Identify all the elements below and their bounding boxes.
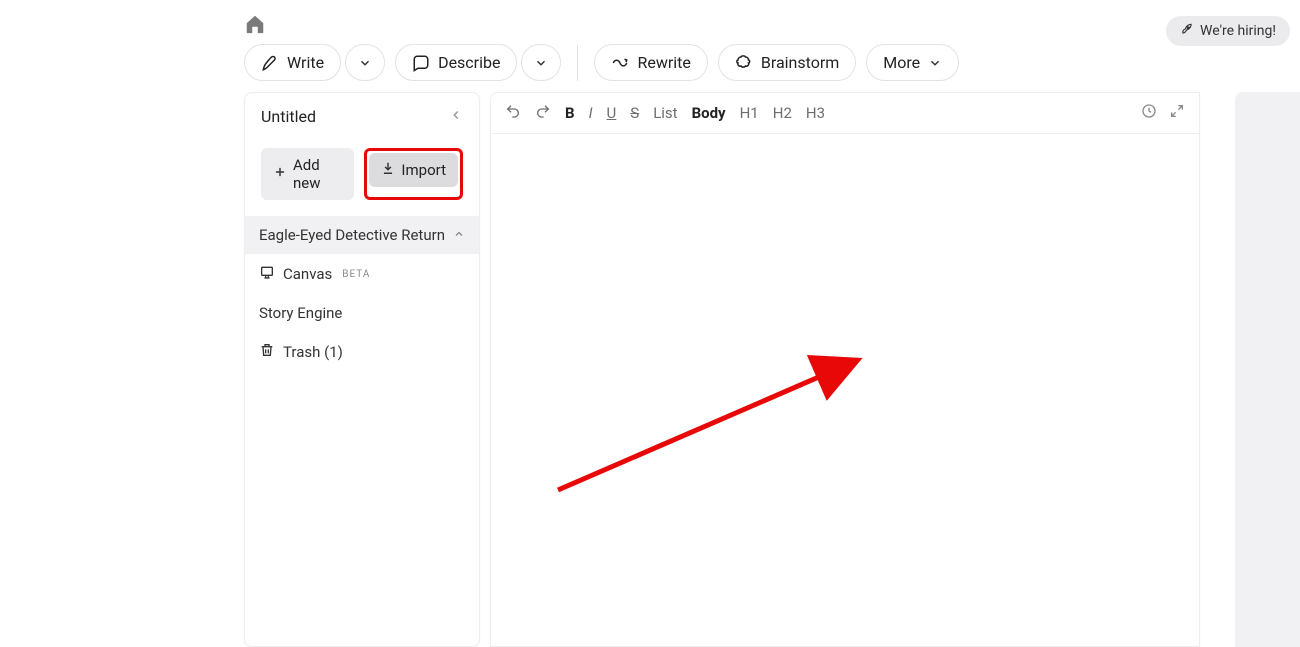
sidebar-actions: Add new Import <box>245 136 479 216</box>
rewrite-icon <box>611 54 629 72</box>
more-button[interactable]: More <box>866 44 959 81</box>
redo-button[interactable] <box>535 103 551 123</box>
annotation-highlight: Import <box>364 148 463 200</box>
rocket-icon <box>1180 22 1194 40</box>
collapse-sidebar-icon[interactable] <box>449 107 463 126</box>
strike-button[interactable]: S <box>630 104 639 122</box>
workspace: Untitled Add new Import <box>244 92 1300 647</box>
write-button[interactable]: Write <box>244 44 341 81</box>
chapter-label: Eagle-Eyed Detective Returns <box>259 226 445 244</box>
editor-body[interactable] <box>491 134 1199 641</box>
rewrite-button[interactable]: Rewrite <box>594 44 707 81</box>
write-dropdown[interactable] <box>345 44 385 81</box>
brainstorm-icon <box>735 54 753 72</box>
home-icon[interactable] <box>244 13 266 39</box>
canvas-label: Canvas <box>283 265 332 283</box>
undo-button[interactable] <box>505 103 521 123</box>
chevron-down-icon <box>358 56 372 70</box>
describe-icon <box>412 54 430 72</box>
editor: B I U S List Body H1 H2 H3 <box>490 92 1200 647</box>
sidebar-item-chapter[interactable]: Eagle-Eyed Detective Returns <box>245 216 479 254</box>
describe-label: Describe <box>438 53 500 72</box>
format-bar: B I U S List Body H1 H2 H3 <box>491 93 1199 134</box>
canvas-icon <box>259 264 275 284</box>
brainstorm-button[interactable]: Brainstorm <box>718 44 856 81</box>
trash-label: Trash (1) <box>283 343 343 361</box>
bold-button[interactable]: B <box>565 104 575 122</box>
add-new-label: Add new <box>293 156 342 192</box>
sidebar: Untitled Add new Import <box>244 92 480 647</box>
expand-icon[interactable] <box>1169 103 1185 123</box>
hiring-label: We're hiring! <box>1200 23 1276 39</box>
sidebar-item-canvas[interactable]: Canvas BETA <box>245 254 479 294</box>
write-group: Write <box>244 44 385 81</box>
brainstorm-label: Brainstorm <box>761 53 839 72</box>
hiring-pill[interactable]: We're hiring! <box>1166 16 1290 46</box>
story-engine-label: Story Engine <box>259 304 342 322</box>
trash-icon <box>259 342 275 362</box>
h3-button[interactable]: H3 <box>806 104 825 122</box>
document-title: Untitled <box>261 107 316 126</box>
describe-button[interactable]: Describe <box>395 44 517 81</box>
underline-button[interactable]: U <box>607 104 617 122</box>
rewrite-label: Rewrite <box>637 53 690 72</box>
history-icon[interactable] <box>1141 103 1157 123</box>
beta-badge: BETA <box>342 269 370 280</box>
import-label: Import <box>401 161 446 179</box>
download-icon <box>381 161 395 179</box>
chevron-down-icon <box>534 56 548 70</box>
list-button[interactable]: List <box>653 104 677 122</box>
h1-button[interactable]: H1 <box>740 104 759 122</box>
chevron-up-icon[interactable] <box>453 226 465 244</box>
sidebar-title-row: Untitled <box>245 93 479 136</box>
h2-button[interactable]: H2 <box>773 104 792 122</box>
more-label: More <box>883 53 920 72</box>
toolbar-separator <box>577 45 578 81</box>
write-label: Write <box>287 53 324 72</box>
describe-dropdown[interactable] <box>521 44 561 81</box>
main-toolbar: Write Describe Rewrite <box>244 44 959 81</box>
body-style-button[interactable]: Body <box>692 104 726 122</box>
top-bar: We're hiring! <box>0 8 1300 48</box>
sidebar-item-story-engine[interactable]: Story Engine <box>245 294 479 332</box>
right-rail <box>1235 92 1300 647</box>
import-button[interactable]: Import <box>369 153 458 187</box>
pen-icon <box>261 54 279 72</box>
italic-button[interactable]: I <box>589 104 593 122</box>
add-new-button[interactable]: Add new <box>261 148 354 200</box>
chevron-down-icon <box>928 56 942 70</box>
plus-icon <box>273 165 287 183</box>
sidebar-item-trash[interactable]: Trash (1) <box>245 332 479 372</box>
describe-group: Describe <box>395 44 561 81</box>
